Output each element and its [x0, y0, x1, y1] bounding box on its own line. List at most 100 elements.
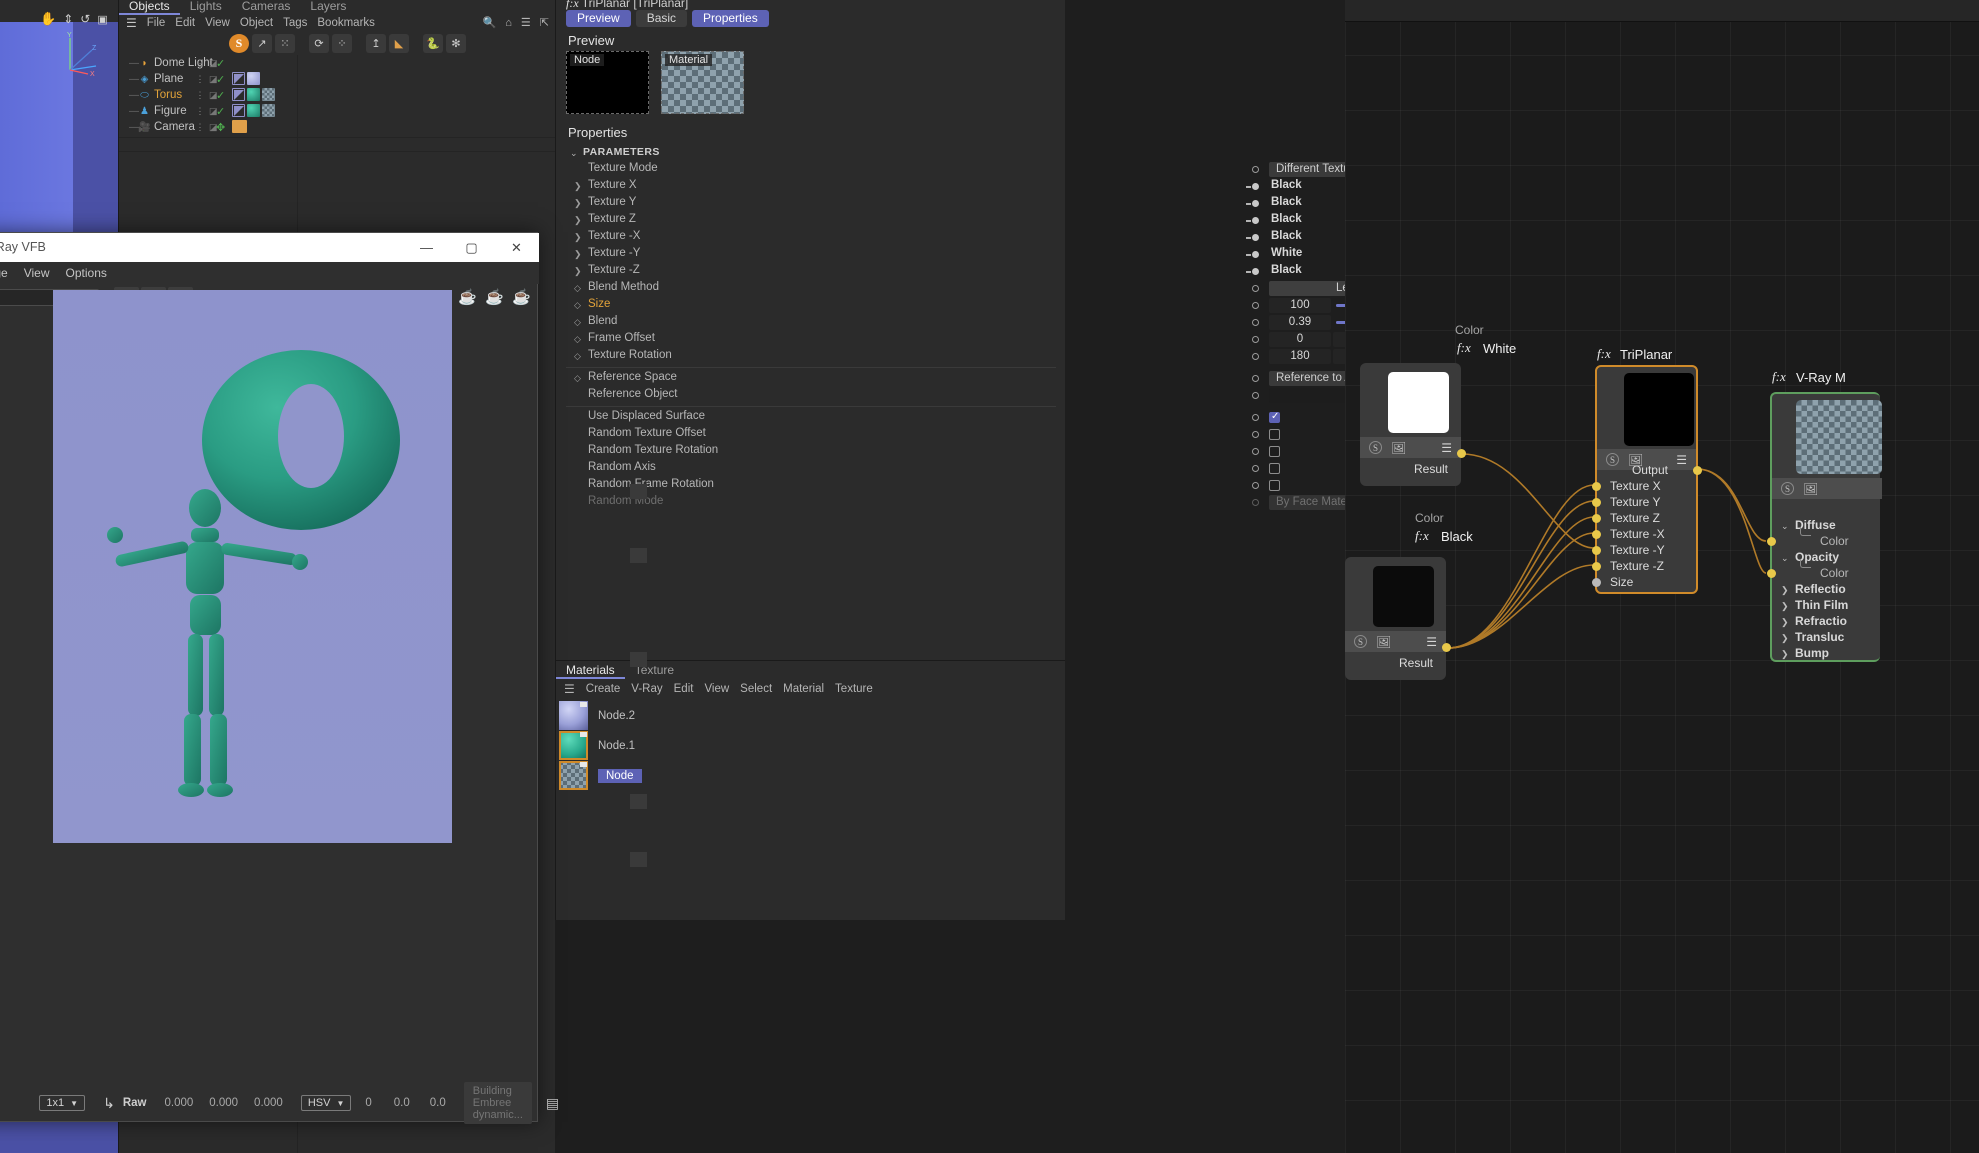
image-icon[interactable]: 🖼: [1391, 441, 1406, 455]
substance-icon[interactable]: S: [1781, 482, 1794, 495]
vfb-render-image[interactable]: [53, 290, 452, 843]
chevron-down-icon[interactable]: ⌄: [570, 148, 578, 159]
port-result-white[interactable]: [1457, 449, 1466, 458]
tag-flag-icon[interactable]: [232, 104, 245, 117]
keyframe-diamond-icon[interactable]: ◇: [574, 317, 581, 328]
minimize-icon[interactable]: —: [404, 233, 449, 262]
animation-dot-icon[interactable]: [1252, 183, 1259, 190]
chevron-right-icon[interactable]: ❯: [574, 181, 582, 192]
menu-select[interactable]: Select: [740, 683, 772, 695]
tab-preview[interactable]: Preview: [566, 10, 631, 27]
object-row[interactable]: — ◗ Dome Light ◪ ⋮ ✓: [119, 55, 556, 71]
parameter-number-x[interactable]: 0: [1269, 332, 1331, 347]
enabled-check-icon[interactable]: ✓: [216, 57, 225, 70]
substance-icon[interactable]: S: [1606, 453, 1619, 466]
hamburger-icon[interactable]: ☰: [1676, 453, 1687, 467]
dots-icon[interactable]: ⋮: [195, 106, 205, 117]
substance-icon[interactable]: S: [1369, 441, 1382, 454]
python-icon[interactable]: 🐍: [423, 33, 443, 53]
animation-dot-icon[interactable]: [1252, 217, 1259, 224]
chevron-right-icon[interactable]: ❯: [1781, 585, 1789, 596]
parameter-number-x[interactable]: 180: [1269, 349, 1331, 364]
port-in-texture-z[interactable]: [1592, 514, 1601, 523]
tab-properties[interactable]: Properties: [692, 10, 769, 27]
animation-dot-icon[interactable]: [1252, 414, 1259, 421]
material-item[interactable]: Node.1: [559, 731, 635, 760]
node-swatch-white[interactable]: [1388, 372, 1449, 433]
menu-texture[interactable]: Texture: [835, 683, 873, 695]
curve-icon[interactable]: ↳: [103, 1095, 115, 1112]
port-in-texture-z[interactable]: [1592, 562, 1601, 571]
gear-icon[interactable]: ✻: [446, 33, 466, 53]
filter-icon[interactable]: ☰: [521, 16, 531, 29]
status-mode[interactable]: Raw: [123, 1097, 147, 1109]
vray-sub-opacity-color[interactable]: Color: [1820, 566, 1849, 580]
menu-create[interactable]: Create: [586, 683, 621, 695]
log-icon[interactable]: ▤: [546, 1095, 559, 1112]
animation-dot-icon[interactable]: [1252, 234, 1259, 241]
vray-row-refractio[interactable]: Refractio: [1795, 614, 1847, 628]
parameter-number[interactable]: 100: [1269, 298, 1331, 313]
search-icon[interactable]: 🔍: [483, 16, 497, 29]
material-thumbnail[interactable]: [559, 701, 588, 730]
animation-dot-icon[interactable]: [1252, 319, 1259, 326]
animation-dot-icon[interactable]: [1252, 499, 1259, 506]
object-row[interactable]: — 🎥 Camera ◪ ⋮ ✥: [119, 119, 556, 135]
node-swatch-black[interactable]: [1373, 566, 1434, 627]
substance-icon[interactable]: S: [1354, 635, 1367, 648]
enabled-check-icon[interactable]: ✓: [216, 73, 225, 86]
chevron-right-icon[interactable]: ❯: [1781, 633, 1789, 644]
chevron-right-icon[interactable]: ❯: [574, 266, 582, 277]
vfb-menu-view[interactable]: View: [24, 266, 50, 280]
vfb-menu-options[interactable]: Options: [66, 266, 107, 280]
frame-icon[interactable]: ▣: [97, 13, 107, 26]
object-row[interactable]: — ⬭ Torus ◪ ⋮ ✓: [119, 87, 556, 103]
move-icon[interactable]: ⇕: [63, 12, 73, 26]
tab-layers[interactable]: Layers: [300, 0, 356, 15]
port-in-opacity-color[interactable]: [1767, 569, 1776, 578]
dots-icon[interactable]: ⋮: [195, 74, 205, 85]
chevron-down-icon[interactable]: ⌄: [1781, 521, 1789, 532]
animation-dot-icon[interactable]: [1252, 166, 1259, 173]
port-in-size[interactable]: [1592, 578, 1601, 587]
animation-dot-icon[interactable]: [1252, 251, 1259, 258]
tab-cameras[interactable]: Cameras: [232, 0, 301, 15]
node-triplanar[interactable]: S 🖼 ☰ Output Texture X Texture Y Texture Z Text…: [1592, 365, 1698, 594]
tab-materials[interactable]: Materials: [556, 663, 625, 679]
menu-object[interactable]: Object: [240, 17, 273, 29]
teapot-icon[interactable]: ☕: [458, 288, 477, 306]
vray-row-thin film[interactable]: Thin Film: [1795, 598, 1848, 612]
chevron-right-icon[interactable]: ❯: [574, 215, 582, 226]
enabled-check-icon[interactable]: ✓: [216, 89, 225, 102]
keyframe-diamond-icon[interactable]: ◇: [574, 300, 581, 311]
animation-dot-icon[interactable]: [1252, 302, 1259, 309]
hamburger-icon[interactable]: ☰: [1441, 441, 1452, 455]
chevron-right-icon[interactable]: ❯: [1781, 601, 1789, 612]
image-icon[interactable]: 🖼: [1376, 635, 1391, 649]
node-black[interactable]: S 🖼 ☰: [1345, 557, 1446, 655]
status-colorspace[interactable]: HSV ▼: [300, 1095, 352, 1111]
keyframe-diamond-icon[interactable]: ◇: [574, 351, 581, 362]
popout-icon[interactable]: ⇱: [540, 16, 549, 29]
keyframe-diamond-icon[interactable]: ◇: [574, 373, 581, 384]
menu-bookmarks[interactable]: Bookmarks: [317, 17, 375, 29]
chevron-right-icon[interactable]: ❯: [574, 232, 582, 243]
animation-dot-icon[interactable]: [1252, 268, 1259, 275]
teapot-render-icon[interactable]: ☕: [485, 288, 504, 306]
randomize-icon[interactable]: ⁘: [332, 33, 352, 53]
menu-tags[interactable]: Tags: [283, 17, 307, 29]
tag-flag-icon[interactable]: [232, 72, 245, 85]
teapot-stop-icon[interactable]: ☕: [512, 288, 531, 306]
tag-material-checker[interactable]: [262, 88, 275, 101]
parameter-checkbox[interactable]: [1269, 446, 1280, 457]
animation-dot-icon[interactable]: [1252, 200, 1259, 207]
object-row[interactable]: — ◈ Plane ◪ ⋮ ✓: [119, 71, 556, 87]
port-out-output[interactable]: [1693, 466, 1702, 475]
menu-view[interactable]: View: [205, 17, 230, 29]
node-editor-panel[interactable]: Color f:x White S 🖼 ☰ Result Color f:x Black S 🖼 ☰ Re…: [1345, 0, 1979, 1153]
animation-dot-icon[interactable]: [1252, 375, 1259, 382]
tag-material-checker[interactable]: [262, 104, 275, 117]
chevron-right-icon[interactable]: ❯: [1781, 617, 1789, 628]
parameter-checkbox[interactable]: [1269, 429, 1280, 440]
parameter-checkbox[interactable]: [1269, 411, 1280, 423]
